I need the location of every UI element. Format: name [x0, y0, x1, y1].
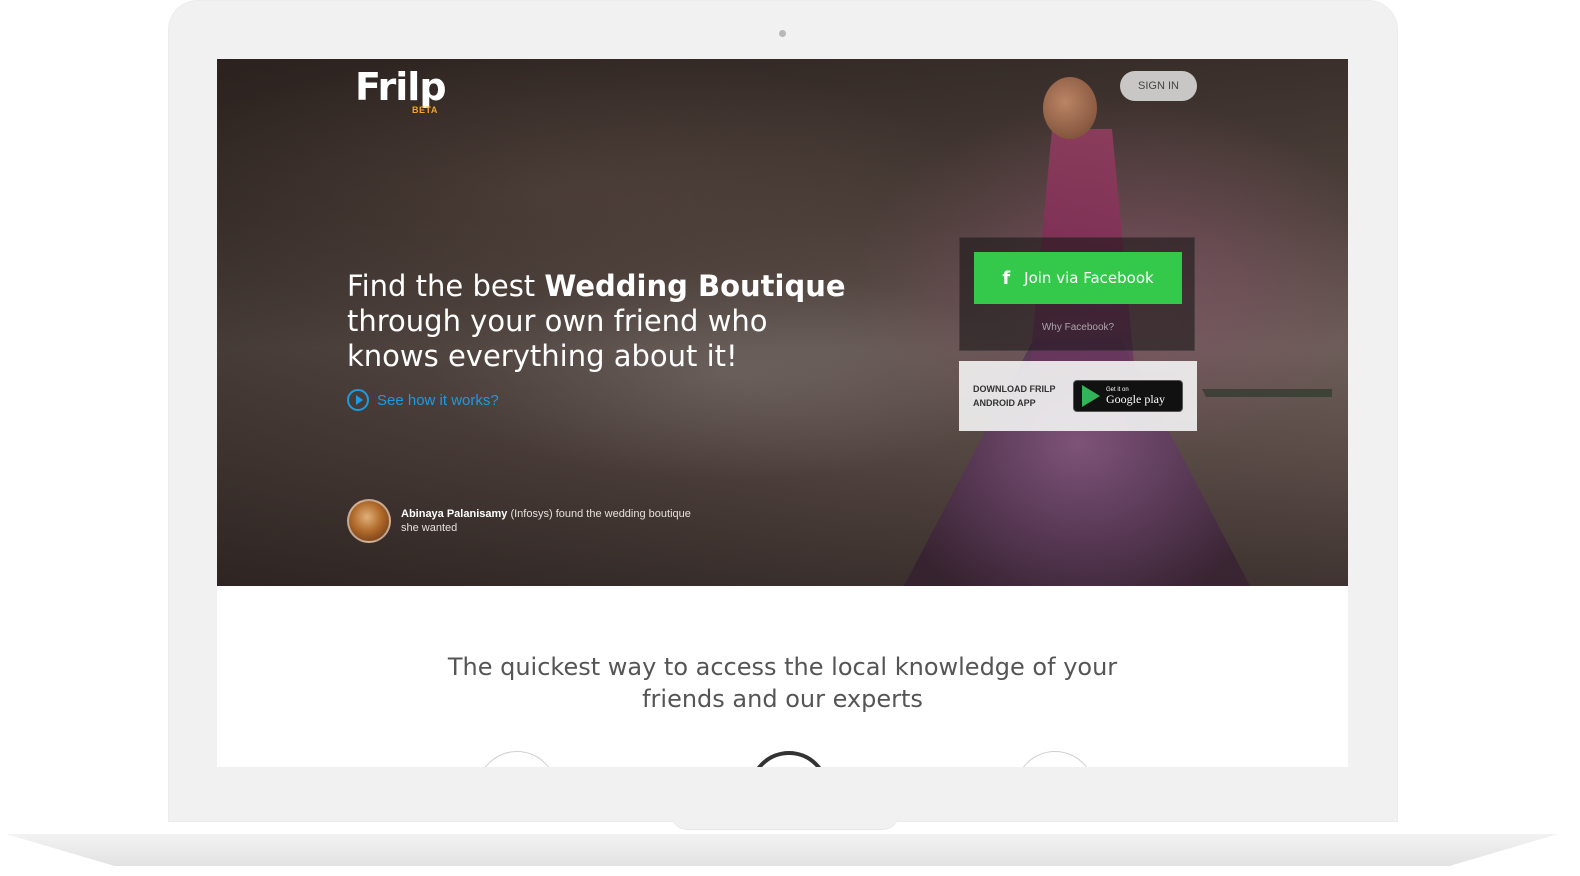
join-facebook-label: Join via Facebook [1024, 269, 1154, 287]
app-download-panel: DOWNLOAD FRILP ANDROID APP Get it on Goo… [959, 361, 1197, 431]
facebook-icon: f [1002, 267, 1011, 289]
play-circle-icon [347, 389, 369, 411]
feature-icon-circle [1015, 751, 1095, 767]
feature-icon-circle [477, 751, 557, 767]
tagline-line-1: The quickest way to access the local kno… [447, 653, 1118, 681]
testimonial: Abinaya Palanisamy (Infosys) found the w… [347, 499, 691, 543]
hero-section: Frilp BETA SIGN IN Find the best Wedding… [217, 59, 1348, 586]
see-how-link[interactable]: See how it works? [347, 389, 499, 411]
signup-panel: f Join via Facebook Why Facebook? [959, 237, 1195, 351]
headline-bold: Wedding Boutique [544, 269, 846, 303]
testimonial-name: Abinaya Palanisamy [401, 508, 508, 520]
testimonial-company: (Infosys) [510, 508, 553, 520]
hero-headline: Find the best Wedding Boutique through y… [347, 269, 867, 374]
google-play-big-text: Google play [1106, 392, 1165, 406]
avatar [347, 499, 391, 543]
see-how-label: See how it works? [377, 391, 499, 409]
section-tagline: The quickest way to access the local kno… [217, 651, 1348, 715]
screen: Frilp BETA SIGN IN Find the best Wedding… [217, 59, 1348, 767]
tagline-line-2: friends and our experts [642, 685, 923, 713]
sign-in-button[interactable]: SIGN IN [1120, 71, 1197, 101]
camera-dot-icon [779, 30, 786, 37]
google-play-label: Get it on Google play [1106, 387, 1165, 405]
testimonial-text: Abinaya Palanisamy (Infosys) found the w… [401, 507, 691, 535]
google-play-icon [1082, 385, 1100, 407]
join-facebook-button[interactable]: f Join via Facebook [974, 252, 1182, 304]
headline-rest: through your own friend who knows everyt… [347, 304, 768, 373]
laptop-notch [670, 812, 900, 830]
beta-badge: BETA [412, 105, 438, 115]
google-play-button[interactable]: Get it on Google play [1073, 380, 1183, 412]
download-app-text: DOWNLOAD FRILP ANDROID APP [973, 384, 1056, 408]
why-facebook-link[interactable]: Why Facebook? [960, 322, 1196, 333]
laptop-base [6, 834, 1558, 866]
feature-icon-circle [749, 751, 829, 767]
laptop-mockup: Frilp BETA SIGN IN Find the best Wedding… [0, 0, 1580, 876]
headline-prefix: Find the best [347, 269, 545, 303]
logo[interactable]: Frilp [355, 65, 447, 109]
